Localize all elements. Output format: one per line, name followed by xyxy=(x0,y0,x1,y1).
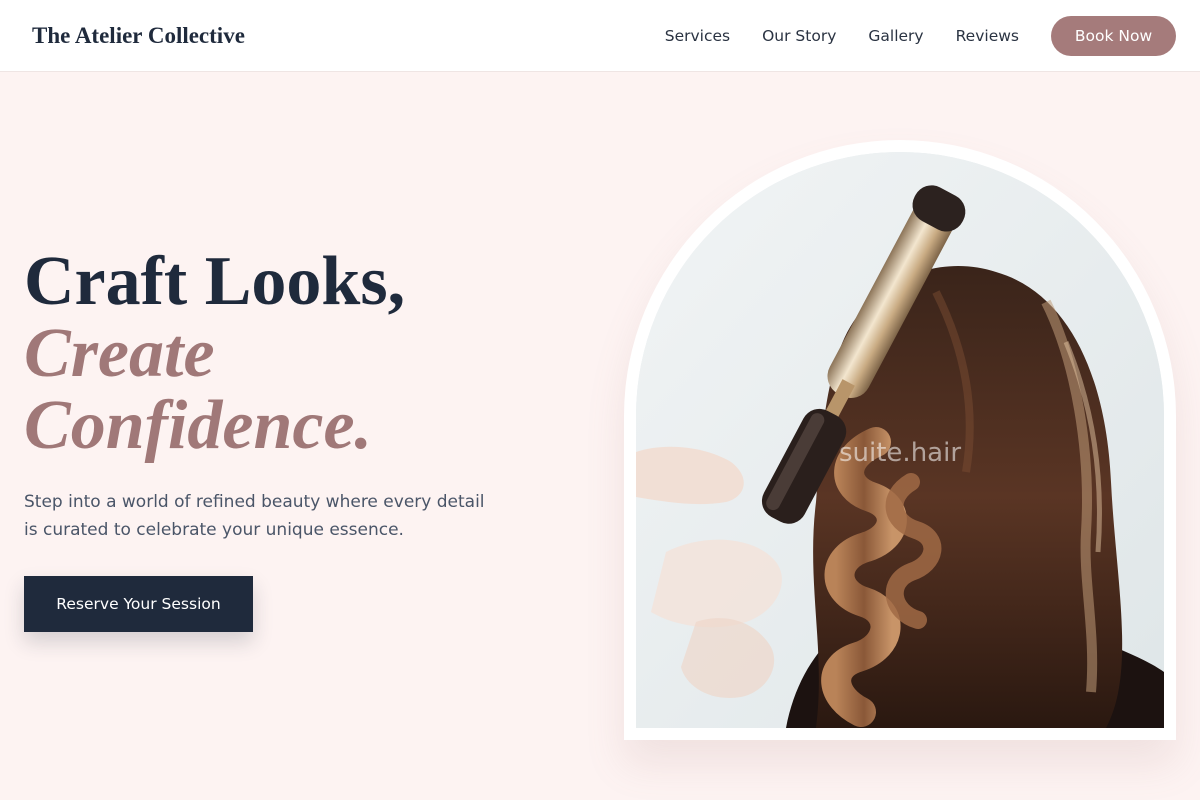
book-now-button[interactable]: Book Now xyxy=(1051,15,1176,56)
navbar: The Atelier Collective Services Our Stor… xyxy=(0,0,1200,72)
nav-link-services[interactable]: Services xyxy=(665,27,730,45)
hero-subtitle: Step into a world of refined beauty wher… xyxy=(24,492,485,540)
hero-photo: suite.hair xyxy=(636,152,1164,728)
nav-link-reviews[interactable]: Reviews xyxy=(956,27,1019,45)
reserve-session-button[interactable]: Reserve Your Session xyxy=(24,576,253,632)
hero-image-frame: suite.hair xyxy=(624,140,1176,740)
hero-title: Craft Looks, Create Confidence. xyxy=(24,246,405,462)
hero-title-line-3: Confidence. xyxy=(24,387,373,464)
nav-links: Services Our Story Gallery Reviews Book … xyxy=(665,15,1176,56)
hero-title-line-1: Craft Looks, xyxy=(24,243,406,320)
nav-link-our-story[interactable]: Our Story xyxy=(762,27,836,45)
hero-title-line-2: Create xyxy=(24,315,215,392)
brand-logo[interactable]: The Atelier Collective xyxy=(32,23,245,49)
image-watermark: suite.hair xyxy=(838,438,962,468)
nav-link-gallery[interactable]: Gallery xyxy=(868,27,923,45)
